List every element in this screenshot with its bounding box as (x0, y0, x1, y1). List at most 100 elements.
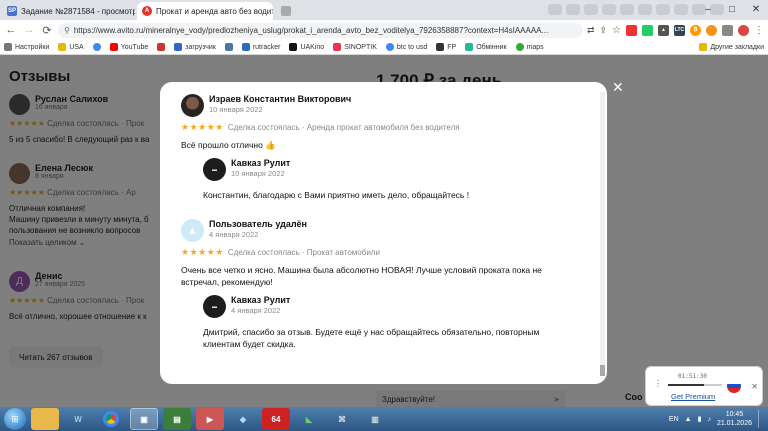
reload-icon[interactable]: ⟳ (40, 23, 54, 37)
reviewer-name: Пользователь удалён (209, 219, 307, 229)
russia-flag-icon[interactable] (727, 379, 741, 393)
mini-tab[interactable] (620, 4, 634, 15)
share-icon[interactable]: ⇪ (599, 25, 607, 36)
menu-dots-icon[interactable]: ⋮ (754, 25, 764, 36)
deal-text: Сделка состоялась · Прокат автомобили (227, 248, 380, 257)
key-app-icon[interactable]: ⌘ (328, 408, 356, 430)
menu-dots-icon[interactable]: ⋮ (654, 379, 662, 388)
reply-author[interactable]: Кавказ Рулит (231, 295, 290, 306)
exchange-icon (465, 43, 474, 51)
chrome-icon[interactable] (97, 408, 125, 430)
url-text: https://www.avito.ru/mineralnye_vody/pre… (73, 25, 549, 35)
bookmark-youtube[interactable]: YouTube (109, 43, 148, 51)
close-modal-icon[interactable]: ✕ (612, 79, 624, 96)
start-button[interactable]: ⊞ (4, 408, 26, 430)
mini-tab[interactable] (638, 4, 652, 15)
app-icon[interactable]: ◣ (295, 408, 323, 430)
back-icon[interactable]: ← (4, 23, 18, 37)
site-info-icon[interactable]: ⚲ (64, 26, 70, 35)
mini-tab[interactable] (602, 4, 616, 15)
bookmark-fp[interactable]: FP (436, 43, 456, 51)
url-field[interactable]: ⚲ https://www.avito.ru/mineralnye_vody/p… (58, 22, 583, 38)
reply-author[interactable]: Кавказ Рулит (231, 158, 290, 169)
explorer-icon[interactable] (31, 408, 59, 430)
close-icon[interactable]: ✕ (751, 382, 758, 391)
green-extension-icon[interactable] (642, 24, 653, 36)
review-text: Очень все четко и ясно. Машина была абсо… (181, 265, 542, 287)
ltc-extension-icon[interactable]: LTC (674, 24, 685, 36)
puzzle-extensions-icon[interactable] (722, 24, 733, 36)
stars: ★★★★★ (181, 247, 224, 257)
reply-date: 4 января 2022 (231, 306, 281, 315)
bookmark-gmail[interactable] (157, 43, 166, 51)
bookmark-downloader[interactable]: загрузчик (174, 43, 216, 51)
page-icon (281, 6, 291, 16)
translate-icon[interactable]: ⇄ (587, 25, 595, 36)
mini-tab[interactable] (548, 4, 562, 15)
mini-tab[interactable] (656, 4, 670, 15)
gear-icon (4, 43, 12, 51)
youtube-icon (109, 43, 118, 51)
vpn-icon[interactable]: ◆ (229, 408, 257, 430)
close-window-icon[interactable]: ✕ (744, 0, 768, 18)
taskbar: ⊞ W ▣ ▤ ▶ ◆ 64 ◣ ⌘ ▥ EN ▲ ▮ ♪ 10:45 21.0… (0, 407, 768, 431)
bookmark-btc[interactable]: btc to usd (385, 43, 427, 51)
tab-avito[interactable]: A Прокат и аренда авто без водите × (137, 2, 273, 20)
google-icon (92, 43, 101, 51)
minimize-icon[interactable]: – (696, 0, 720, 18)
review-date: 10 января 2022 (209, 105, 263, 114)
bookmarks-bar: Настройки USA YouTube загрузчик rutracke… (0, 40, 768, 55)
rating-row: ★★★★★ Сделка состоялась · Аренда прокат … (181, 122, 600, 133)
volume-icon[interactable]: ♪ (707, 416, 711, 423)
tab-task[interactable]: SP Задание №2871584 - просмотр з × (2, 2, 135, 20)
progress-bar (668, 384, 722, 386)
page-content: Отзывы 1 700 ₽ за день Руслан Салихов 16… (0, 55, 768, 407)
get-premium-link[interactable]: Get Premium (671, 392, 715, 401)
bookmark-exchanger[interactable]: Обмінник (465, 43, 507, 51)
forward-icon[interactable]: → (22, 23, 36, 37)
language-indicator[interactable]: EN (669, 416, 679, 423)
scrollbar-thumb[interactable] (600, 365, 605, 376)
bookmark-google[interactable] (92, 43, 101, 51)
terminal-icon[interactable]: ▤ (163, 408, 191, 430)
bookmark-sinoptik[interactable]: SINOPTIK (333, 43, 377, 51)
show-hidden-icons-icon[interactable]: ▲ (685, 416, 692, 423)
aida64-icon[interactable]: 64 (262, 408, 290, 430)
bookmark-label: UAKino (300, 43, 325, 51)
bookmark-settings[interactable]: Настройки (4, 43, 49, 51)
bitcoin-extension-icon[interactable] (706, 24, 717, 36)
wise-icon[interactable]: W (64, 408, 92, 430)
clock[interactable]: 10:45 21.01.2026 (717, 410, 752, 428)
address-bar: ← → ⟳ ⚲ https://www.avito.ru/mineralnye_… (0, 20, 768, 40)
network-icon[interactable]: ▮ (698, 415, 702, 423)
reviewer-name[interactable]: Израев Константин Викторович (209, 94, 351, 105)
media-player-icon[interactable]: ▶ (196, 408, 224, 430)
mini-tab[interactable] (674, 4, 688, 15)
tab-title: Задание №2871584 - просмотр з (21, 6, 135, 16)
rate-extension-icon[interactable]: ▲ (658, 24, 669, 36)
btc-extension-icon[interactable]: ₿ (690, 24, 701, 36)
network-app-icon[interactable]: ▣ (130, 408, 158, 430)
bookmark-other[interactable]: Другие закладки (699, 43, 764, 51)
bookmark-rutracker[interactable]: rutracker (241, 43, 280, 51)
bookmark-uakino[interactable]: UAKino (289, 43, 324, 51)
media-app-icon[interactable]: ▥ (361, 408, 389, 430)
flag-extension-icon[interactable] (626, 24, 637, 36)
clock-time: 10:45 (725, 411, 744, 418)
bookmark-vk[interactable] (224, 43, 233, 51)
mini-tab[interactable] (566, 4, 580, 15)
profile-avatar-icon[interactable] (738, 24, 749, 36)
bookmark-label: maps (526, 43, 544, 51)
bookmark-usa[interactable]: USA (58, 43, 84, 51)
bookmark-star-icon[interactable]: ☆ (612, 25, 621, 36)
tab-new[interactable] (276, 2, 294, 20)
window-controls: – □ ✕ (696, 0, 768, 18)
show-desktop-icon[interactable] (758, 410, 764, 428)
bookmark-maps[interactable]: maps (515, 43, 544, 51)
map-pin-icon (515, 43, 524, 51)
bookmark-label: Другие закладки (710, 43, 764, 51)
scrollbar-track[interactable] (600, 92, 605, 376)
vk-icon (224, 43, 233, 51)
maximize-icon[interactable]: □ (720, 0, 744, 18)
mini-tab[interactable] (584, 4, 598, 15)
